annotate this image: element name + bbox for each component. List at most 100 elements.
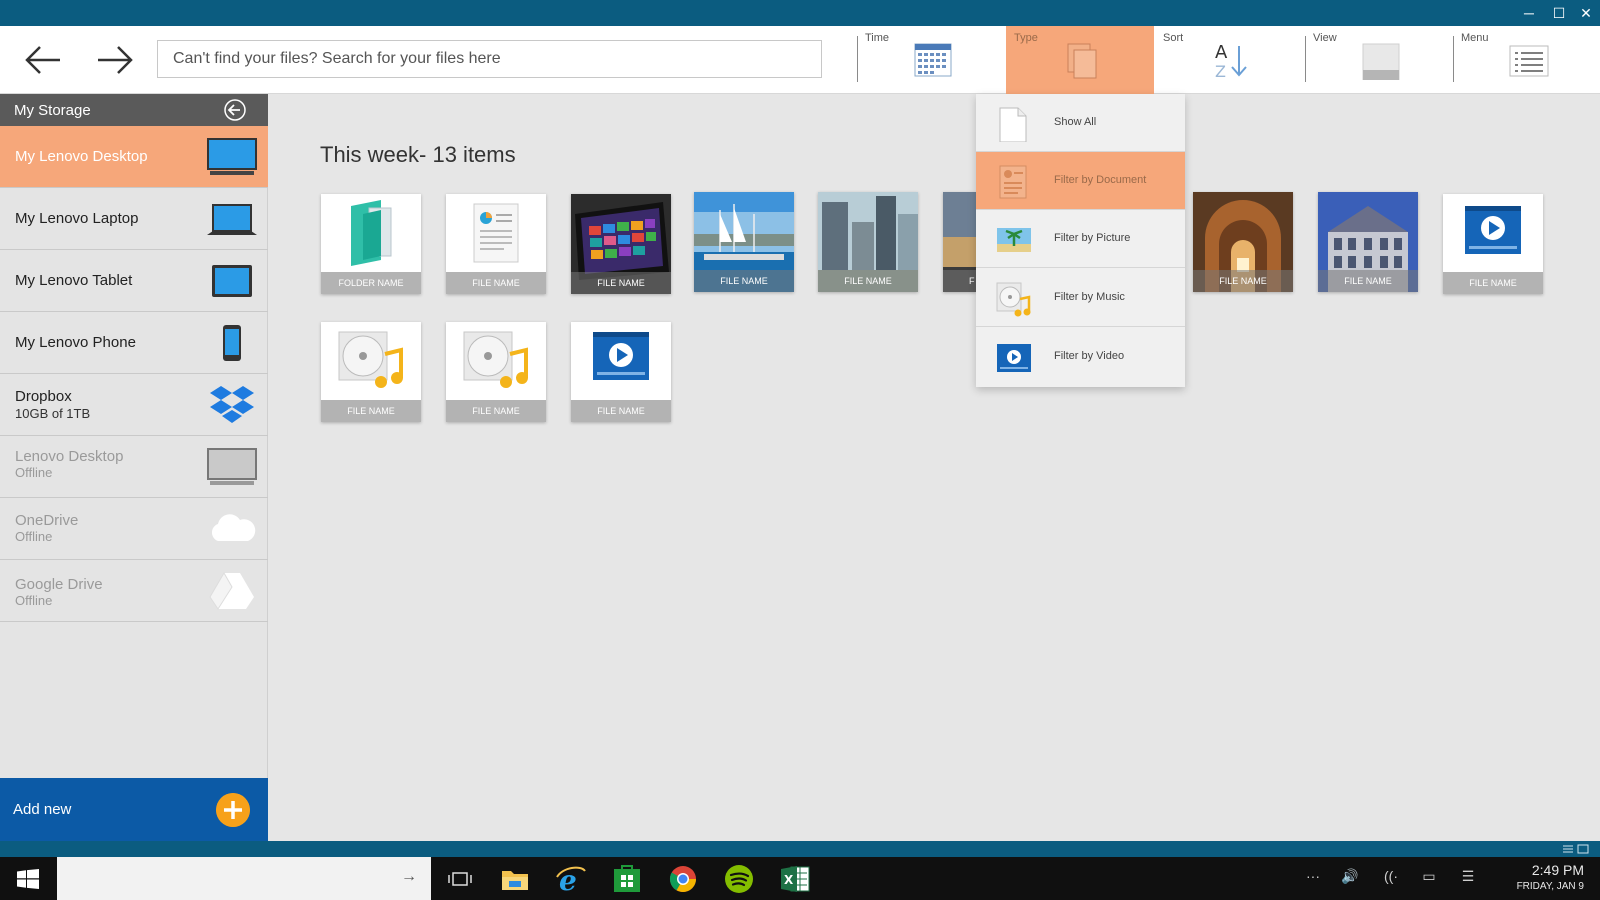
tile-caption: FILE NAME [446,272,546,294]
sort-button[interactable]: Sort A Z [1155,26,1303,94]
sidebar-item-label: My Lenovo Tablet [15,272,133,289]
video-thumbnail [571,322,671,400]
tile-caption: FILE NAME [818,270,918,292]
view-toggle-icon[interactable] [1561,844,1591,854]
collapse-sidebar-icon[interactable] [224,99,246,121]
tablet-icon [212,265,252,297]
store-icon[interactable] [611,863,643,895]
clock-date: FRIDAY, JAN 9 [1516,881,1584,892]
tile-caption: FILE NAME [571,400,671,422]
type-label: Type [1014,32,1038,44]
type-filter-button[interactable]: Type [1006,26,1154,94]
file-tile[interactable]: FILE NAME [694,192,794,292]
internet-explorer-icon[interactable]: e [555,863,587,895]
sidebar-item-label: My Lenovo Laptop [15,210,139,227]
maximize-button[interactable]: ☐ [1547,3,1571,23]
menu-item-label: Show All [1054,116,1097,128]
action-center-icon[interactable]: ☰ [1457,868,1479,890]
connection-status: Offline [15,465,53,480]
tile-caption: FILE NAME [571,272,671,294]
folder-tile[interactable]: FOLDER NAME [321,194,421,294]
file-tile[interactable]: FILE NAME [446,194,546,294]
menu-item-label: Filter by Document [1054,174,1147,186]
menu-item-filter-picture[interactable]: Filter by Picture [976,210,1185,268]
time-label: Time [865,32,890,44]
tile-caption: F [943,270,976,292]
tile-caption: FILE NAME [1318,270,1418,292]
dropbox-icon [210,386,254,423]
chrome-icon[interactable] [667,863,699,895]
document-thumbnail [446,194,546,272]
forward-button[interactable] [92,38,138,82]
close-button[interactable]: ✕ [1574,3,1598,23]
search-input[interactable] [157,40,822,78]
menu-item-show-all[interactable]: Show All [976,94,1185,152]
volume-icon[interactable]: 🔊 [1339,868,1361,890]
add-new-button[interactable]: Add new [0,778,268,841]
excel-icon[interactable]: X [779,863,811,895]
menu-item-label: Filter by Music [1054,291,1125,303]
menu-button[interactable]: Menu [1453,26,1600,94]
google-drive-icon [209,572,254,610]
view-button[interactable]: View [1305,26,1453,94]
svg-text:X: X [784,873,794,887]
file-tile[interactable]: FILE NAME [1318,192,1418,292]
wifi-icon[interactable]: ((· [1380,868,1402,890]
desktop-offline-icon [207,448,257,485]
windows-start-icon[interactable] [17,869,39,889]
file-tile[interactable]: FILE NAME [571,194,671,294]
battery-icon[interactable]: ▭ [1418,868,1440,890]
file-tile[interactable]: F [943,192,976,292]
file-explorer-icon[interactable] [499,863,531,895]
storage-sidebar: My Storage My Lenovo Desktop My Lenovo L… [0,94,268,841]
desktop-icon [207,138,257,175]
video-icon [997,344,1031,372]
plus-icon [216,793,250,827]
menu-item-filter-video[interactable]: Filter by Video [976,328,1185,386]
sidebar-item-dropbox[interactable]: Dropbox 10GB of 1TB [0,374,268,436]
taskbar-search-box[interactable]: → [57,857,431,900]
spotify-icon[interactable] [723,863,755,895]
document-icon [999,165,1027,199]
sidebar-item-my-lenovo-tablet[interactable]: My Lenovo Tablet [0,250,268,312]
sidebar-item-lenovo-desktop-offline[interactable]: Lenovo Desktop Offline [0,436,268,498]
file-tile[interactable]: FILE NAME [1443,194,1543,294]
tile-caption: FILE NAME [694,270,794,292]
search-arrow-icon: → [401,868,417,885]
file-tile[interactable]: FILE NAME [446,322,546,422]
video-thumbnail [1443,194,1543,272]
menu-item-label: Filter by Video [1054,350,1125,362]
sidebar-title: My Storage [14,102,91,119]
connection-status: Offline [15,593,53,608]
menu-item-filter-document[interactable]: Filter by Document [976,152,1185,210]
show-hidden-icons-button[interactable]: ··· [1302,868,1324,890]
forward-arrow-icon [98,46,133,74]
music-thumbnail [446,322,546,400]
sort-az-icon: A Z [1215,42,1247,80]
sidebar-item-my-lenovo-phone[interactable]: My Lenovo Phone [0,312,268,374]
documents-icon [1067,43,1097,79]
app-status-strip [0,841,1600,857]
file-tile[interactable]: FILE NAME [321,322,421,422]
sidebar-item-google-drive[interactable]: Google Drive Offline [0,560,268,622]
blank-page-icon [999,107,1027,142]
sidebar-item-label: My Lenovo Desktop [15,148,148,165]
phone-icon [223,325,241,361]
file-tile[interactable]: FILE NAME [818,192,918,292]
sidebar-item-label: Dropbox [15,388,72,405]
sidebar-item-my-lenovo-laptop[interactable]: My Lenovo Laptop [0,188,268,250]
sidebar-item-onedrive[interactable]: OneDrive Offline [0,498,268,560]
menu-item-filter-music[interactable]: Filter by Music [976,269,1185,327]
sidebar-item-my-lenovo-desktop[interactable]: My Lenovo Desktop [0,126,268,188]
file-tile[interactable]: FILE NAME [1193,192,1293,292]
type-filter-menu: Show All Filter by Document Filter by Pi… [976,94,1185,387]
minimize-button[interactable]: ─ [1517,3,1541,23]
clock[interactable]: 2:49 PM FRIDAY, JAN 9 [1517,862,1584,892]
title-bar: ─ ☐ ✕ [0,0,1600,26]
time-filter-button[interactable]: Time [857,26,1005,94]
cloud-icon [211,514,256,541]
back-button[interactable] [20,38,66,82]
task-view-icon[interactable] [444,863,476,895]
sidebar-item-label: My Lenovo Phone [15,334,136,351]
file-tile[interactable]: FILE NAME [571,322,671,422]
